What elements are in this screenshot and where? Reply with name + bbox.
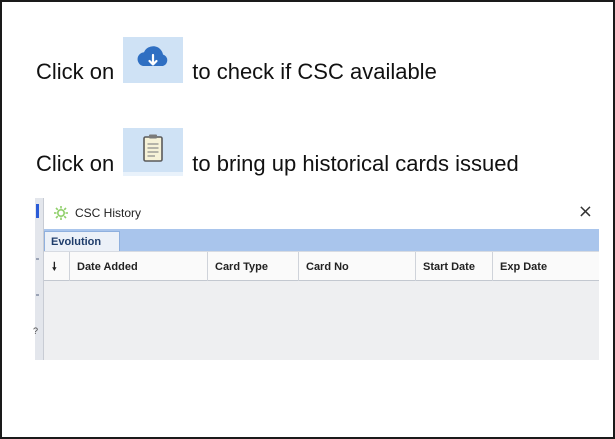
instruction-suffix: to check if CSC available <box>192 59 437 84</box>
instruction-line-check-csc: Click on to check if CSC available <box>36 37 437 95</box>
column-header-label: Card No <box>306 261 349 273</box>
instruction-line-history: Click on to bring up historical cards is… <box>36 128 519 188</box>
edge-marker <box>36 258 39 260</box>
instruction-suffix: to bring up historical cards issued <box>192 151 519 176</box>
edge-glyph: ? <box>33 326 39 336</box>
column-header-label: Card Type <box>215 261 268 273</box>
instruction-card: Click on to check if CSC available Click… <box>0 0 615 439</box>
column-header-label: Exp Date <box>500 261 548 273</box>
close-icon[interactable]: × <box>578 203 593 221</box>
tab-strip: Evolution <box>44 229 599 251</box>
sort-arrow-icon: 🠗 <box>52 259 57 273</box>
gear-icon <box>54 206 68 220</box>
column-header-exp-date[interactable]: Exp Date <box>493 252 599 282</box>
instruction-prefix: Click on <box>36 151 115 176</box>
window-titlebar: CSC History × <box>44 198 599 228</box>
column-header-label: Date Added <box>77 261 138 273</box>
sort-column-header[interactable]: 🠗 <box>44 252 70 282</box>
column-header-card-type[interactable]: Card Type <box>208 252 299 282</box>
column-header-start-date[interactable]: Start Date <box>416 252 493 282</box>
column-header-label: Start Date <box>423 261 475 273</box>
tab-evolution[interactable]: Evolution <box>44 231 120 251</box>
grid-body-empty[interactable] <box>44 281 599 360</box>
tab-label: Evolution <box>51 235 102 248</box>
grid-header: 🠗 Date Added Card Type Card No Start Dat… <box>44 251 599 282</box>
edge-marker <box>36 204 39 218</box>
column-header-card-no[interactable]: Card No <box>299 252 416 282</box>
clipboard-icon[interactable] <box>123 128 184 176</box>
csc-history-window: ? CSC History × Evolution 🠗 Date Added C… <box>33 198 599 360</box>
window-edge: ? <box>33 198 44 360</box>
column-header-date-added[interactable]: Date Added <box>70 252 208 282</box>
instruction-prefix: Click on <box>36 59 115 84</box>
window-title: CSC History <box>75 206 142 220</box>
edge-marker <box>36 294 39 296</box>
cloud-download-icon[interactable] <box>123 37 184 83</box>
